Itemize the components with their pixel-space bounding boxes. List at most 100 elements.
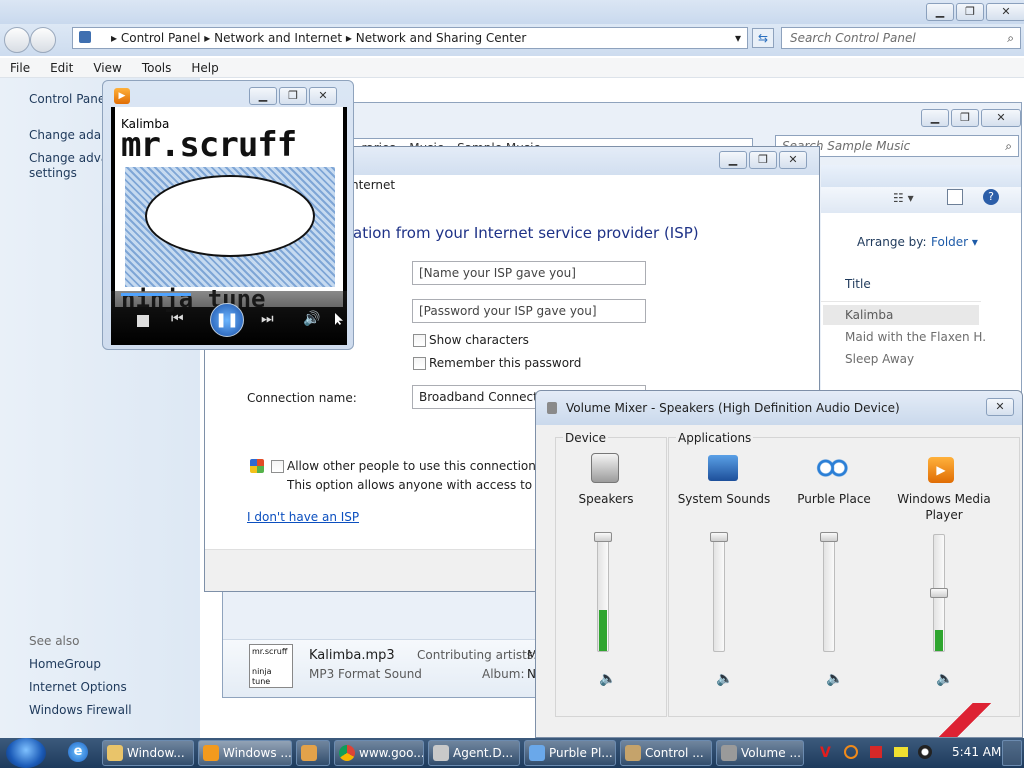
mute-button-system-sounds[interactable]: 🔈 (716, 671, 733, 687)
mixer-title: Volume Mixer - Speakers (High Definition… (566, 401, 900, 415)
maximize-button[interactable]: ❐ (956, 3, 984, 21)
search-placeholder: Search Control Panel (790, 31, 916, 45)
menu-bar: File Edit View Tools Help (0, 58, 1024, 78)
taskbar-button-chrome[interactable]: www.goo... (334, 740, 424, 766)
breadcrumb-network-internet[interactable]: Network and Internet (214, 31, 342, 45)
antivirus-tray-icon[interactable]: V (820, 745, 832, 761)
purble-place-icon (529, 745, 545, 761)
minimize-button[interactable]: ▁ (249, 87, 277, 105)
slider-thumb-wmp[interactable] (930, 588, 948, 598)
minimize-button[interactable]: ▁ (921, 109, 949, 127)
column-header-title[interactable]: Title (845, 277, 871, 291)
track-row-selected[interactable]: Kalimba (823, 305, 979, 325)
show-characters-checkbox[interactable] (413, 334, 426, 347)
username-input[interactable]: [Name your ISP gave you] (412, 261, 646, 285)
no-isp-link[interactable]: I don't have an ISP (247, 510, 359, 524)
shield-icon (250, 459, 264, 473)
taskbar-button-explorer[interactable]: Window... (102, 740, 194, 766)
channel-name-purble-place: Purble Place (797, 492, 871, 506)
internet-explorer-icon[interactable]: e (68, 742, 88, 762)
volume-slider-purble-place[interactable] (823, 534, 835, 652)
chevron-down-icon[interactable]: ▾ (735, 28, 741, 48)
device-label: Device (563, 431, 609, 445)
sidebar-change-advanced-2[interactable]: settings (29, 166, 77, 180)
switch-to-library-icon[interactable]: ⇲ (319, 115, 331, 131)
slider-thumb-speakers[interactable] (594, 532, 612, 542)
control-panel-icon (625, 745, 641, 761)
taskbar-button-volume[interactable]: Volume ... (716, 740, 804, 766)
purble-place-icon (816, 459, 848, 477)
help-icon[interactable]: ? (983, 189, 999, 205)
menu-help[interactable]: Help (181, 58, 228, 77)
taskbar-button-media-player[interactable]: Windows ... (198, 740, 292, 766)
close-button[interactable]: ✕ (986, 398, 1014, 416)
flag-tray-icon[interactable] (870, 746, 882, 758)
sidebar-control-panel-home[interactable]: Control Panel (29, 92, 109, 106)
sidebar-change-adapter[interactable]: Change adapt (29, 128, 113, 142)
taskbar-button-purble[interactable]: Purble Pl... (524, 740, 616, 766)
close-button[interactable]: ✕ (986, 3, 1024, 21)
next-icon[interactable]: ⏭ (261, 311, 274, 327)
menu-edit[interactable]: Edit (40, 58, 83, 77)
mute-button-wmp[interactable]: 🔈 (936, 671, 953, 687)
taskbar-button-control-panel[interactable]: Control ... (620, 740, 712, 766)
track-row[interactable]: Maid with the Flaxen H... (845, 330, 985, 344)
divider (821, 301, 981, 302)
remember-password-checkbox[interactable] (413, 357, 426, 370)
arrange-by-dropdown[interactable]: Folder ▾ (931, 235, 978, 249)
volume-icon[interactable]: 🔊 (303, 311, 320, 327)
media-player-window: ▶ ▁ ❐ ✕ mr.scruff ninja tune Kalimba ⇲ ⏮… (102, 80, 354, 350)
sidebar-homegroup[interactable]: HomeGroup (29, 657, 101, 671)
taskbar-button-paint[interactable] (296, 740, 330, 766)
volume-slider-speakers[interactable] (597, 534, 609, 652)
network-tray-icon[interactable] (894, 747, 908, 757)
mute-button-purble-place[interactable]: 🔈 (826, 671, 843, 687)
taskbar-button-agent[interactable]: Agent.D... (428, 740, 520, 766)
preview-pane-icon[interactable] (947, 189, 963, 205)
pause-button[interactable]: ❚❚ (210, 303, 244, 337)
minimize-button[interactable]: ▁ (719, 151, 747, 169)
sidebar-windows-firewall[interactable]: Windows Firewall (29, 703, 132, 717)
refresh-icon[interactable]: ⇆ (752, 28, 774, 48)
maximize-button[interactable]: ❐ (749, 151, 777, 169)
show-desktop-button[interactable] (1002, 740, 1022, 766)
menu-tools[interactable]: Tools (132, 58, 182, 77)
agent-icon (433, 745, 449, 761)
close-button[interactable]: ✕ (309, 87, 337, 105)
details-contributing-label: Contributing artists: (417, 648, 538, 662)
password-input[interactable]: [Password your ISP gave you] (412, 299, 646, 323)
speaker-tray-icon[interactable] (918, 745, 932, 759)
minimize-button[interactable]: ▁ (926, 3, 954, 21)
clock[interactable]: 5:41 AM (952, 745, 1001, 759)
close-button[interactable]: ✕ (981, 109, 1021, 127)
back-button[interactable] (4, 27, 30, 53)
slider-thumb-purble-place[interactable] (820, 532, 838, 542)
mute-button-speakers[interactable]: 🔈 (599, 671, 616, 687)
previous-icon[interactable]: ⏮ (171, 311, 184, 327)
forward-button[interactable] (30, 27, 56, 53)
slider-thumb-system-sounds[interactable] (710, 532, 728, 542)
maximize-button[interactable]: ❐ (951, 109, 979, 127)
breadcrumb-network-sharing[interactable]: Network and Sharing Center (356, 31, 527, 45)
view-options-icon[interactable]: ☷ ▾ (893, 191, 914, 205)
album-art-text: ninja tune (252, 667, 272, 686)
breadcrumb-control-panel[interactable]: Control Panel (121, 31, 201, 45)
close-button[interactable]: ✕ (779, 151, 807, 169)
maximize-button[interactable]: ❐ (279, 87, 307, 105)
level-meter-speakers (599, 610, 607, 651)
start-button[interactable] (6, 738, 46, 768)
taskbar-button-label: Control ... (645, 746, 704, 760)
sidebar-internet-options[interactable]: Internet Options (29, 680, 127, 694)
seek-bar[interactable] (121, 293, 191, 296)
menu-file[interactable]: File (0, 58, 40, 77)
allow-others-checkbox[interactable] (271, 460, 284, 473)
menu-view[interactable]: View (83, 58, 131, 77)
track-row[interactable]: Sleep Away (845, 352, 914, 366)
level-meter-wmp (935, 630, 943, 651)
address-bar[interactable]: ▸ Control Panel ▸ Network and Internet ▸… (72, 27, 748, 49)
dialog-title: nternet (351, 178, 396, 192)
search-tray-icon[interactable] (844, 745, 858, 759)
volume-slider-system-sounds[interactable] (713, 534, 725, 652)
search-input[interactable]: Search Control Panel ⌕ (781, 27, 1021, 49)
stop-icon[interactable] (137, 315, 149, 327)
